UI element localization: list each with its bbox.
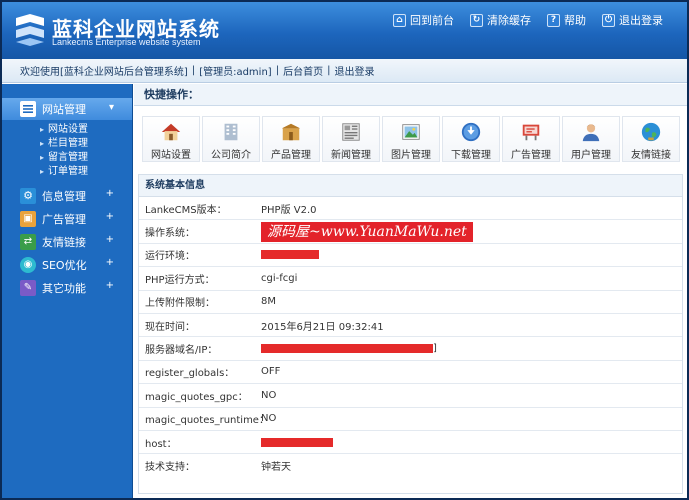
sidebar-item-info[interactable]: ⚙ 信息管理 +	[2, 184, 132, 207]
plus-icon: +	[105, 257, 114, 268]
submenu-orders[interactable]: ▸ 订单管理	[40, 165, 132, 179]
sidebar-item-label: 友情链接	[42, 235, 86, 249]
table-row: 操作系统： 源码屋~www.YuanMaWu.net	[139, 220, 682, 244]
table-row: register_globals： OFF	[139, 361, 682, 385]
app-window: 蓝科企业网站系统 Lankecms Enterprise website sys…	[0, 0, 689, 500]
sidebar-item-site-manage[interactable]: 网站管理 ▾	[2, 98, 132, 120]
table-row: magic_quotes_gpc： NO	[139, 384, 682, 408]
table-row: 上传附件限制： 8M	[139, 291, 682, 314]
info-logout-link[interactable]: 退出登录	[334, 63, 374, 78]
sidebar-item-label: 广告管理	[42, 212, 86, 226]
quick-friend-links-button[interactable]: 友情链接	[622, 116, 680, 162]
system-info-panel: 系统基本信息 LankeCMS版本： PHP版 V2.0 操作系统： 源码屋~w…	[138, 174, 683, 494]
logout-link[interactable]: ⏻ 退出登录	[602, 12, 663, 28]
quick-users-button[interactable]: 用户管理	[562, 116, 620, 162]
logout-icon: ⏻	[602, 13, 615, 27]
link-icon: ⇄	[20, 233, 36, 250]
news-icon	[342, 123, 360, 141]
sidebar-item-label: 其它功能	[42, 281, 86, 295]
quick-company-button[interactable]: 公司简介	[202, 116, 260, 162]
plus-icon: +	[105, 188, 114, 199]
info-bar: 欢迎使用[蓝科企业网站后台管理系统] | [管理员:admin] | 后台首页 …	[2, 59, 687, 83]
sidebar-item-ads[interactable]: ▣ 广告管理 +	[2, 207, 132, 230]
billboard-icon	[522, 124, 540, 141]
submenu-columns[interactable]: ▸ 栏目管理	[40, 137, 132, 151]
sidebar: 网站管理 ▾ ▸ 网站设置 ▸ 栏目管理 ▸ 留言管理 ▸ 订单管理 ⚙ 信息管理 + …	[2, 84, 133, 498]
top-header: 蓝科企业网站系统 Lankecms Enterprise website sys…	[2, 2, 687, 59]
table-row: 现在时间： 2015年6月21日 09:32:41	[139, 314, 682, 338]
watermark-banner: 源码屋~www.YuanMaWu.net	[261, 222, 473, 243]
seo-icon: ◉	[20, 256, 36, 273]
system-info-title: 系统基本信息	[139, 175, 682, 197]
home-link-label: 回到前台	[410, 14, 454, 27]
redaction-mark	[261, 437, 333, 447]
house-icon	[161, 123, 181, 141]
table-row: magic_quotes_runtime： NO	[139, 408, 682, 431]
table-row: host：	[139, 431, 682, 455]
quick-ads-button[interactable]: 广告管理	[502, 116, 560, 162]
welcome-text: 欢迎使用[蓝科企业网站后台管理系统]	[20, 67, 188, 78]
logout-label: 退出登录	[619, 14, 663, 27]
site-submenu: ▸ 网站设置 ▸ 栏目管理 ▸ 留言管理 ▸ 订单管理	[2, 120, 132, 183]
redaction-mark	[261, 250, 319, 260]
quick-title: 快捷操作：	[134, 84, 687, 106]
gear-icon: ⚙	[20, 187, 36, 204]
quick-actions: 网站设置 公司简介 产品管理 新闻管理 图片管理 下载管理 广告管理 用户管理 …	[142, 116, 680, 162]
admin-home-link[interactable]: 后台首页	[283, 63, 323, 78]
clear-cache-label: 清除缓存	[487, 14, 531, 27]
submenu-site-settings[interactable]: ▸ 网站设置	[40, 123, 132, 137]
clear-cache-link[interactable]: ↻ 清除缓存	[470, 12, 531, 28]
globe-icon	[641, 122, 661, 142]
list-icon	[20, 101, 36, 117]
sidebar-item-seo[interactable]: ◉ SEO优化 +	[2, 253, 132, 276]
sidebar-item-label: 网站管理	[42, 103, 86, 116]
main-content: 快捷操作： 网站设置 公司简介 产品管理 新闻管理 图片管理 下载管理 广告管理…	[134, 84, 687, 498]
refresh-icon: ↻	[470, 13, 483, 27]
table-row: LankeCMS版本： PHP版 V2.0	[139, 197, 682, 221]
building-icon	[224, 123, 238, 141]
plus-icon: +	[105, 280, 114, 291]
sidebar-item-label: 信息管理	[42, 189, 86, 203]
chevron-down-icon: ▾	[108, 102, 114, 113]
table-row: PHP运行方式： cgi-fcgi	[139, 267, 682, 291]
quick-products-button[interactable]: 产品管理	[262, 116, 320, 162]
plus-icon: +	[105, 211, 114, 222]
help-link[interactable]: ? 帮助	[547, 12, 586, 28]
quick-pictures-button[interactable]: 图片管理	[382, 116, 440, 162]
plus-icon: +	[105, 234, 114, 245]
tools-icon: ✎	[20, 279, 36, 296]
sidebar-item-other[interactable]: ✎ 其它功能 +	[2, 276, 132, 299]
home-icon: ⌂	[393, 13, 406, 27]
help-icon: ?	[547, 13, 560, 27]
quick-news-button[interactable]: 新闻管理	[322, 116, 380, 162]
help-label: 帮助	[564, 14, 586, 27]
redaction-mark	[261, 344, 433, 354]
logo-subtitle: Lankecms Enterprise website system	[52, 37, 201, 47]
user-icon	[582, 124, 600, 142]
sidebar-item-links[interactable]: ⇄ 友情链接 +	[2, 230, 132, 253]
top-links: ⌂ 回到前台 ↻ 清除缓存 ? 帮助 ⏻ 退出登录	[393, 12, 663, 28]
admin-text: [管理员:admin]	[199, 67, 272, 78]
sidebar-item-label: SEO优化	[42, 258, 87, 272]
download-icon	[461, 122, 481, 142]
quick-site-settings-button[interactable]: 网站设置	[142, 116, 200, 162]
picture-icon	[402, 124, 420, 140]
table-row: 服务器域名/IP： ]	[139, 337, 682, 361]
table-row: 运行环境：	[139, 244, 682, 268]
quick-downloads-button[interactable]: 下载管理	[442, 116, 500, 162]
submenu-messages[interactable]: ▸ 留言管理	[40, 151, 132, 165]
home-link[interactable]: ⌂ 回到前台	[393, 12, 454, 28]
ad-icon: ▣	[20, 210, 36, 227]
product-icon	[281, 123, 301, 141]
logo-icon	[16, 14, 44, 46]
table-row: 技术支持： 钟若天	[145, 462, 291, 474]
